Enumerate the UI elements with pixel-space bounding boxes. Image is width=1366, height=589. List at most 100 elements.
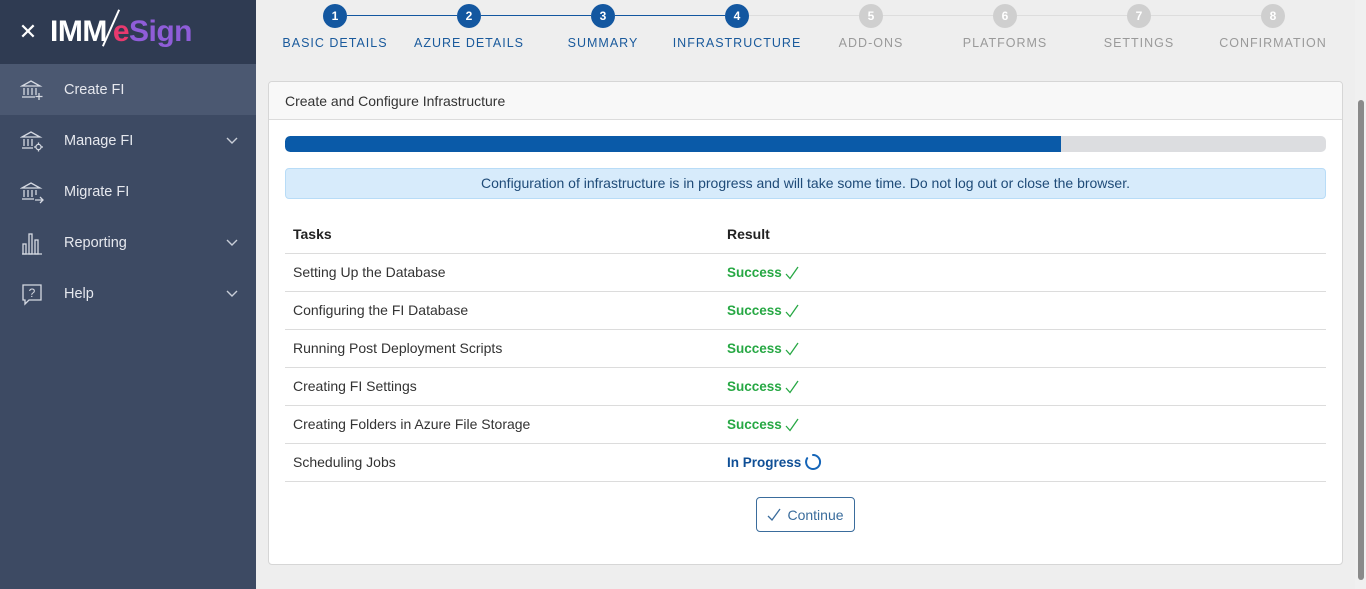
- info-alert: Configuration of infrastructure is in pr…: [285, 168, 1326, 199]
- table-row: Running Post Deployment Scripts Success: [285, 329, 1326, 368]
- checkmark-icon: [768, 508, 781, 521]
- step-label: SUMMARY: [567, 36, 639, 50]
- task-name: Configuring the FI Database: [285, 291, 719, 330]
- step-confirmation: 8 CONFIRMATION: [1206, 0, 1340, 50]
- column-header-result: Result: [719, 216, 1326, 254]
- infrastructure-card: Create and Configure Infrastructure Conf…: [268, 81, 1343, 565]
- check-icon: [785, 266, 799, 280]
- task-name: Creating FI Settings: [285, 367, 719, 406]
- result-status: Success: [727, 341, 799, 356]
- task-result: Success: [719, 405, 1326, 444]
- brand-bar: ✕ IMM e Sign: [0, 0, 256, 64]
- logo-imm: IMM: [50, 15, 107, 48]
- sidebar-item-manage-fi[interactable]: Manage FI: [0, 115, 256, 166]
- tasks-table: Tasks Result Setting Up the Database Succ…: [285, 216, 1326, 482]
- step-label: BASIC DETAILS: [282, 36, 388, 50]
- table-row: Creating FI Settings Success: [285, 367, 1326, 406]
- sidebar-item-label: Manage FI: [64, 132, 134, 149]
- task-result: Success: [719, 253, 1326, 292]
- check-icon: [785, 342, 799, 356]
- sidebar-nav: Create FI Manage FI Migrate FI Reporting? He…: [0, 64, 256, 319]
- check-icon: [785, 304, 799, 318]
- bank-gear-icon: [20, 129, 44, 153]
- sidebar-item-create-fi[interactable]: Create FI: [0, 64, 256, 115]
- step-add-ons: 5 ADD-ONS: [804, 0, 938, 50]
- step-label: AZURE DETAILS: [413, 36, 524, 50]
- logo-sign: Sign: [129, 15, 193, 48]
- task-name: Scheduling Jobs: [285, 443, 719, 482]
- spinner-icon: [805, 453, 822, 470]
- result-text: Success: [727, 417, 782, 432]
- table-row: Configuring the FI Database Success: [285, 291, 1326, 330]
- task-result: Success: [719, 367, 1326, 406]
- continue-button[interactable]: Continue: [756, 497, 855, 532]
- help-bubble-icon: ?: [20, 282, 44, 306]
- step-number: 5: [859, 4, 883, 28]
- check-icon: [785, 418, 799, 432]
- bank-arrow-icon: [20, 180, 44, 204]
- page-scrollbar[interactable]: [1355, 0, 1366, 589]
- scrollbar-thumb[interactable]: [1358, 100, 1364, 580]
- step-label: SETTINGS: [1103, 36, 1175, 50]
- result-status: Success: [727, 265, 799, 280]
- task-name: Creating Folders in Azure File Storage: [285, 405, 719, 444]
- result-status: Success: [727, 379, 799, 394]
- chevron-down-icon[interactable]: [226, 134, 238, 146]
- result-status: In Progress: [727, 453, 822, 471]
- step-number: 7: [1127, 4, 1151, 28]
- task-result: Success: [719, 329, 1326, 368]
- progress-bar-fill: [285, 136, 1061, 152]
- column-header-tasks: Tasks: [285, 216, 719, 254]
- sidebar: ✕ IMM e Sign Create FI Manage FI Migrate F…: [0, 0, 256, 589]
- result-text: Success: [727, 379, 782, 394]
- chevron-down-icon[interactable]: [226, 236, 238, 248]
- sidebar-item-label: Migrate FI: [64, 183, 130, 200]
- sidebar-item-label: Help: [64, 285, 94, 302]
- step-label: ADD-ONS: [838, 36, 904, 50]
- sidebar-item-label: Reporting: [64, 234, 127, 251]
- table-row: Creating Folders in Azure File Storage Su…: [285, 405, 1326, 444]
- svg-text:?: ?: [29, 286, 36, 300]
- result-text: Success: [727, 341, 782, 356]
- step-label: INFRASTRUCTURE: [672, 36, 802, 50]
- step-summary: 3 SUMMARY: [536, 0, 670, 50]
- bar-chart-icon: [20, 231, 44, 255]
- step-number: 4: [725, 4, 749, 28]
- step-number: 8: [1261, 4, 1285, 28]
- task-result: In Progress: [719, 443, 1326, 482]
- task-name: Running Post Deployment Scripts: [285, 329, 719, 368]
- check-icon: [785, 380, 799, 394]
- chevron-down-icon[interactable]: [226, 287, 238, 299]
- step-number: 3: [591, 4, 615, 28]
- step-number: 6: [993, 4, 1017, 28]
- sidebar-item-migrate-fi[interactable]: Migrate FI: [0, 166, 256, 217]
- step-infrastructure: 4 INFRASTRUCTURE: [670, 0, 804, 50]
- step-number: 1: [323, 4, 347, 28]
- sidebar-item-reporting[interactable]: Reporting: [0, 217, 256, 268]
- progress-bar: [285, 136, 1326, 152]
- step-settings: 7 SETTINGS: [1072, 0, 1206, 50]
- result-text: In Progress: [727, 454, 802, 470]
- task-result: Success: [719, 291, 1326, 330]
- step-azure-details: 2 AZURE DETAILS: [402, 0, 536, 50]
- step-platforms: 6 PLATFORMS: [938, 0, 1072, 50]
- step-label: CONFIRMATION: [1219, 36, 1327, 50]
- continue-label: Continue: [787, 506, 844, 523]
- immesign-logo: IMM e Sign: [50, 9, 193, 52]
- sidebar-item-label: Create FI: [64, 81, 125, 98]
- bank-plus-icon: [20, 78, 44, 102]
- table-header-row: Tasks Result: [285, 216, 1326, 254]
- step-basic-details: 1 BASIC DETAILS: [268, 0, 402, 50]
- close-icon[interactable]: ✕: [18, 21, 38, 43]
- wizard-stepper: 1 BASIC DETAILS 2 AZURE DETAILS 3 SUMMARY 4 INF…: [256, 0, 1355, 70]
- result-text: Success: [727, 303, 782, 318]
- result-status: Success: [727, 417, 799, 432]
- result-text: Success: [727, 265, 782, 280]
- task-name: Setting Up the Database: [285, 253, 719, 292]
- card-title: Create and Configure Infrastructure: [269, 82, 1342, 120]
- result-status: Success: [727, 303, 799, 318]
- table-row: Scheduling Jobs In Progress: [285, 443, 1326, 482]
- sidebar-item-help[interactable]: ? Help: [0, 268, 256, 319]
- step-number: 2: [457, 4, 481, 28]
- table-row: Setting Up the Database Success: [285, 253, 1326, 292]
